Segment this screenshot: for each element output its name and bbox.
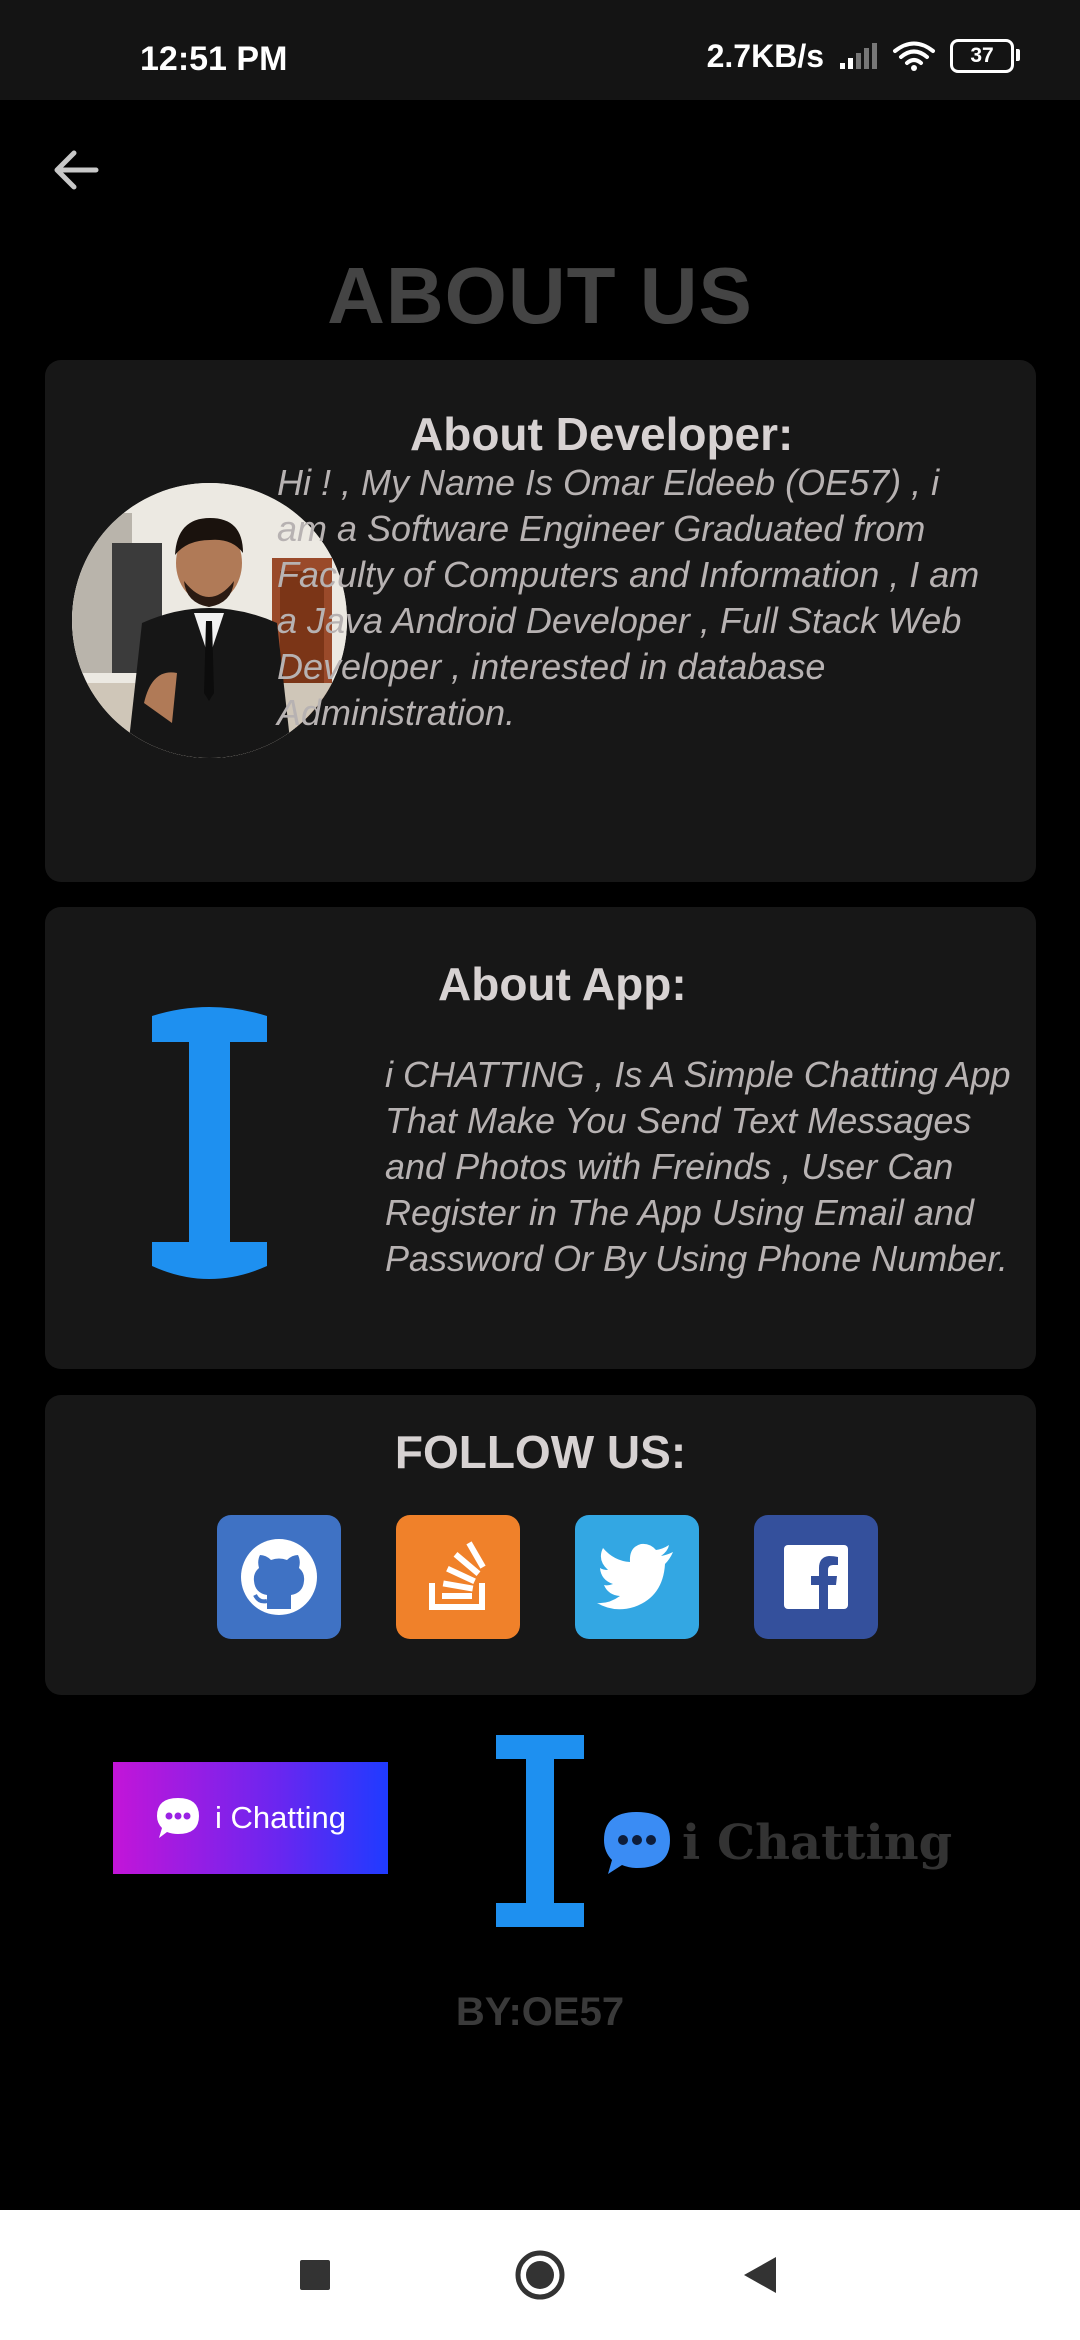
stackoverflow-icon: [429, 1541, 486, 1610]
network-speed: 2.7KB/s: [706, 37, 824, 74]
battery-icon: 37: [950, 39, 1020, 73]
recents-button[interactable]: [270, 2210, 360, 2340]
status-time: 12:51 PM: [140, 40, 288, 78]
chat-bubble-icon: [604, 1812, 670, 1874]
back-nav-button[interactable]: [715, 2210, 805, 2340]
developer-bio: Hi ! , My Name Is Omar Eldeeb (OE57) , i…: [277, 462, 980, 733]
twitter-button[interactable]: [575, 1515, 699, 1639]
status-bar: 12:51 PM 2.7KB/s 37: [0, 0, 1080, 100]
about-app-heading: About App:: [438, 958, 687, 1010]
app-badge: i Chatting: [113, 1762, 388, 1874]
github-icon: [241, 1539, 317, 1615]
brand-lockup: i Chatting: [600, 1808, 952, 1878]
follow-us-heading: FOLLOW US:: [394, 1426, 687, 1478]
author-byline: BY:OE57: [455, 1990, 625, 2034]
social-links: [217, 1515, 878, 1639]
stackoverflow-button[interactable]: [396, 1515, 520, 1639]
facebook-icon: [784, 1545, 848, 1609]
facebook-button[interactable]: [754, 1515, 878, 1639]
square-icon: [300, 2260, 330, 2290]
status-indicators: 2.7KB/s 37: [706, 36, 1020, 76]
about-developer-card: About Developer: Hi ! , My Name Is Omar …: [45, 360, 1036, 882]
circle-icon: [515, 2250, 565, 2300]
page-title: ABOUT US: [327, 251, 753, 340]
wifi-icon: [893, 41, 935, 71]
about-app-card: About App: i CHATTING , Is A Simple Chat…: [45, 907, 1036, 1369]
app-logo-icon: [496, 1735, 584, 1927]
arrow-left-icon: [54, 150, 99, 190]
app-description: i CHATTING , Is A Simple Chatting App Th…: [385, 1054, 1011, 1279]
badge-label: i Chatting: [215, 1800, 346, 1835]
github-button[interactable]: [217, 1515, 341, 1639]
brand-name: i Chatting: [682, 1815, 953, 1871]
signal-icon: [840, 43, 877, 69]
navigation-bar: [0, 2210, 1080, 2340]
chat-bubble-icon: [157, 1798, 200, 1838]
home-button[interactable]: [495, 2210, 585, 2340]
triangle-left-icon: [744, 2257, 776, 2293]
app-logo-icon: [152, 1007, 267, 1279]
back-button[interactable]: [46, 140, 112, 200]
battery-level: 37: [970, 44, 994, 67]
about-developer-heading: About Developer:: [410, 408, 794, 460]
follow-us-card: FOLLOW US:: [45, 1395, 1036, 1695]
twitter-icon: [597, 1543, 673, 1610]
